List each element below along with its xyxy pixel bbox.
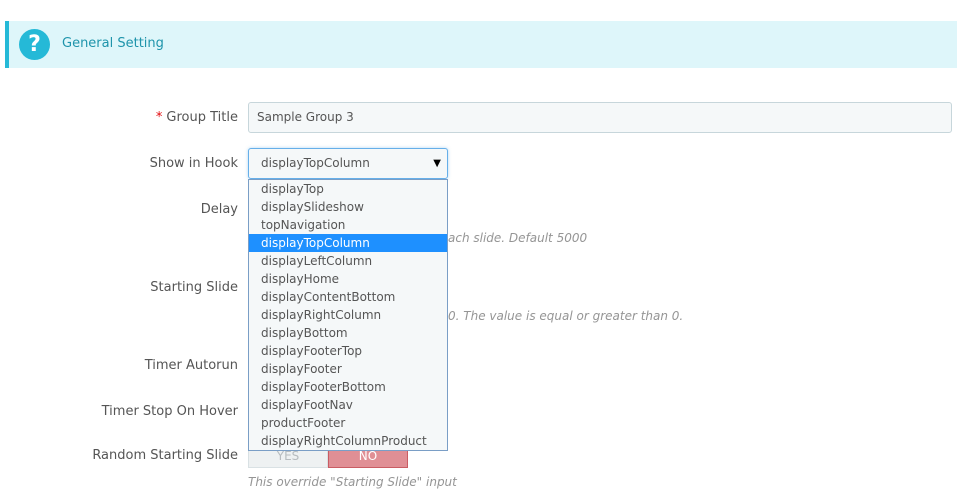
timer-autorun-label: Timer Autorun	[144, 358, 238, 373]
random-starting-slide-label: Random Starting Slide	[92, 448, 238, 463]
group-title-label: * Group Title	[156, 110, 238, 125]
panel-title: General Setting	[62, 36, 164, 51]
group-title-label-text: Group Title	[166, 110, 238, 125]
dropdown-arrow-icon: ▼	[433, 158, 441, 169]
hook-option[interactable]: topNavigation	[249, 216, 447, 234]
hook-option[interactable]: displayFooterBottom	[249, 378, 447, 396]
hook-option[interactable]: productFooter	[249, 414, 447, 432]
group-title-input[interactable]: Sample Group 3	[248, 102, 952, 133]
random-starting-slide-help-text: This override "Starting Slide" input	[248, 475, 457, 489]
hook-option[interactable]: displayRightColumnProduct	[249, 432, 447, 450]
hook-option[interactable]: displayFootNav	[249, 396, 447, 414]
hook-option[interactable]: displaySlideshow	[249, 198, 447, 216]
hook-option[interactable]: displayFooter	[249, 360, 447, 378]
hook-option[interactable]: displayFooterTop	[249, 342, 447, 360]
delay-label: Delay	[200, 202, 238, 217]
hook-option[interactable]: displayHome	[249, 270, 447, 288]
show-in-hook-dropdown-list: displayTop displaySlideshow topNavigation d…	[248, 179, 448, 451]
show-in-hook-selected-value: displayTopColumn	[261, 156, 370, 170]
help-icon: ?	[19, 29, 50, 60]
show-in-hook-label: Show in Hook	[149, 156, 238, 171]
hook-option[interactable]: displayLeftColumn	[249, 252, 447, 270]
delay-help-text: ach slide. Default 5000	[448, 231, 588, 245]
hook-option[interactable]: displayRightColumn	[249, 306, 447, 324]
show-in-hook-select[interactable]: displayTopColumn ▼	[248, 148, 448, 179]
general-setting-panel-header: ? General Setting	[5, 21, 957, 68]
starting-slide-label: Starting Slide	[150, 280, 238, 295]
hook-option[interactable]: displayTop	[249, 180, 447, 198]
starting-slide-help-text: 0. The value is equal or greater than 0.	[448, 309, 684, 323]
hook-option[interactable]: displayBottom	[249, 324, 447, 342]
timer-stop-on-hover-label: Timer Stop On Hover	[101, 404, 238, 419]
hook-option[interactable]: displayTopColumn	[249, 234, 447, 252]
required-asterisk: *	[155, 110, 163, 125]
hook-option[interactable]: displayContentBottom	[249, 288, 447, 306]
